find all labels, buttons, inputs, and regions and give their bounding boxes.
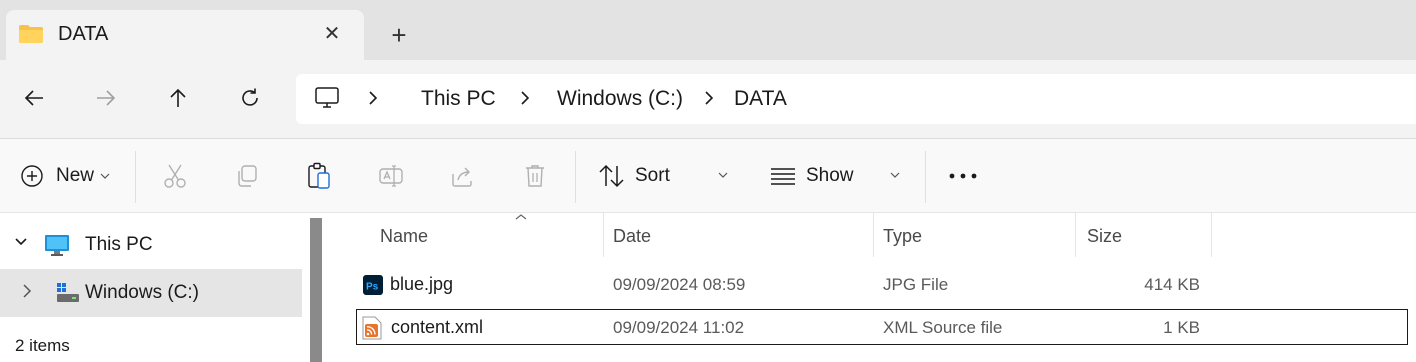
drive-icon bbox=[57, 283, 79, 302]
more-options-button[interactable] bbox=[948, 161, 978, 191]
toolbar-separator bbox=[575, 151, 576, 203]
file-size: 414 KB bbox=[1144, 275, 1200, 294]
address-bar[interactable]: This PC Windows (C:) DATA bbox=[296, 74, 1416, 124]
status-item-count: 2 items bbox=[15, 336, 70, 355]
toolbar-separator bbox=[135, 151, 136, 203]
copy-icon bbox=[238, 165, 257, 187]
tree-item-this-pc[interactable]: This PC bbox=[0, 221, 302, 269]
file-type: XML Source file bbox=[883, 318, 1003, 337]
column-header-size[interactable]: Size bbox=[1076, 213, 1212, 257]
svg-text:Ps: Ps bbox=[366, 282, 379, 293]
column-header-name[interactable]: Name bbox=[356, 213, 604, 257]
breadcrumb-item-this-pc[interactable]: This PC bbox=[421, 87, 496, 111]
more-icon bbox=[949, 173, 977, 179]
new-button[interactable]: New bbox=[20, 161, 110, 191]
pane-splitter[interactable] bbox=[310, 218, 322, 362]
share-icon bbox=[452, 167, 472, 187]
chevron-down-icon[interactable] bbox=[14, 237, 28, 247]
column-label: Date bbox=[613, 226, 652, 246]
scissors-icon bbox=[164, 164, 186, 188]
file-size: 1 KB bbox=[1163, 318, 1200, 337]
clipboard-icon bbox=[308, 162, 330, 189]
chevron-down-icon bbox=[100, 173, 110, 179]
sort-icon bbox=[599, 164, 624, 188]
tab-data[interactable]: DATA ✕ bbox=[6, 10, 364, 60]
new-tab-button[interactable]: + bbox=[386, 22, 412, 48]
arrow-left-icon bbox=[24, 90, 43, 106]
file-row[interactable]: Ps blue.jpg 09/09/2024 08:59 JPG File 41… bbox=[356, 267, 1408, 303]
tree-item-label: This PC bbox=[85, 234, 153, 255]
share-button[interactable] bbox=[450, 161, 476, 191]
tab-strip: DATA ✕ + bbox=[0, 0, 1416, 60]
file-name: content.xml bbox=[391, 317, 484, 337]
column-label: Size bbox=[1087, 226, 1123, 246]
trash-icon bbox=[526, 165, 544, 187]
show-label: Show bbox=[806, 165, 854, 186]
new-label: New bbox=[56, 165, 95, 186]
file-type: JPG File bbox=[883, 275, 949, 294]
up-button[interactable] bbox=[162, 82, 194, 114]
file-name: blue.jpg bbox=[390, 274, 454, 294]
plus-circle-icon bbox=[21, 165, 43, 187]
forward-button[interactable] bbox=[90, 82, 122, 114]
breadcrumb-chevron-icon[interactable] bbox=[364, 87, 382, 109]
xml-rss-file-icon bbox=[362, 316, 382, 340]
breadcrumb-chevron-icon[interactable] bbox=[516, 87, 534, 109]
cut-button[interactable] bbox=[162, 161, 188, 191]
column-label: Type bbox=[883, 226, 923, 246]
toolbar-separator bbox=[925, 151, 926, 203]
monitor-icon[interactable] bbox=[314, 86, 340, 110]
command-bar: New Sort Show bbox=[0, 139, 1416, 212]
navigation-bar: This PC Windows (C:) DATA bbox=[0, 60, 1416, 138]
navigation-pane: This PC Windows (C:) 2 items bbox=[0, 213, 302, 362]
show-button[interactable]: Show bbox=[770, 161, 854, 191]
file-date: 09/09/2024 11:02 bbox=[613, 318, 745, 337]
photoshop-file-icon: Ps bbox=[363, 275, 383, 295]
back-button[interactable] bbox=[18, 82, 50, 114]
chevron-down-icon[interactable] bbox=[718, 171, 728, 179]
refresh-button[interactable] bbox=[234, 82, 266, 114]
breadcrumb-item-windows-c[interactable]: Windows (C:) bbox=[557, 87, 683, 111]
chevron-right-icon[interactable] bbox=[22, 284, 32, 298]
column-label: Name bbox=[380, 226, 429, 246]
sort-button[interactable]: Sort bbox=[598, 161, 670, 191]
rename-button[interactable] bbox=[378, 161, 404, 191]
list-view-icon bbox=[771, 168, 795, 185]
rename-icon bbox=[379, 165, 403, 187]
file-row[interactable]: content.xml 09/09/2024 11:02 XML Source … bbox=[356, 309, 1408, 345]
close-tab-button[interactable]: ✕ bbox=[320, 22, 344, 46]
arrow-right-icon bbox=[97, 90, 116, 106]
paste-button[interactable] bbox=[306, 161, 332, 191]
column-header-date[interactable]: Date bbox=[604, 213, 874, 257]
folder-icon bbox=[19, 25, 43, 43]
refresh-icon bbox=[242, 88, 258, 106]
file-date: 09/09/2024 08:59 bbox=[613, 275, 746, 294]
tree-item-windows-c[interactable]: Windows (C:) bbox=[0, 269, 302, 317]
sort-ascending-icon bbox=[515, 214, 527, 220]
sort-label: Sort bbox=[635, 165, 670, 186]
file-list: Name Date Type Size Ps blue.jpg 09/09/20… bbox=[322, 213, 1416, 362]
column-header-type[interactable]: Type bbox=[874, 213, 1076, 257]
tab-title: DATA bbox=[58, 23, 109, 45]
breadcrumb-item-data[interactable]: DATA bbox=[734, 87, 787, 111]
chevron-down-icon[interactable] bbox=[890, 171, 900, 179]
monitor-icon bbox=[45, 235, 69, 256]
delete-button[interactable] bbox=[522, 161, 548, 191]
copy-button[interactable] bbox=[234, 161, 260, 191]
breadcrumb-chevron-icon[interactable] bbox=[700, 87, 718, 109]
arrow-up-icon bbox=[170, 88, 186, 107]
tree-item-label: Windows (C:) bbox=[85, 282, 200, 303]
